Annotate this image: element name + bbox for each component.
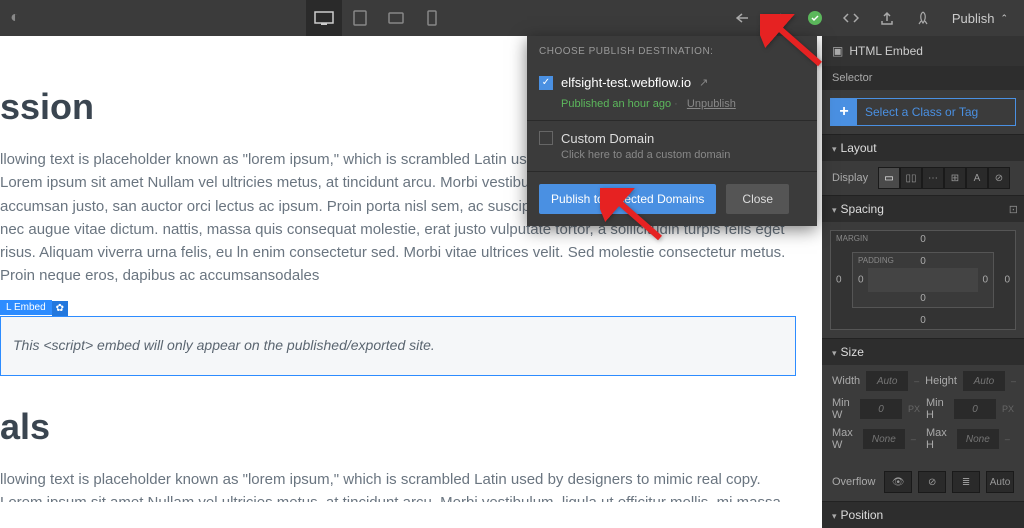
custom-domain-subtitle: Click here to add a custom domain (561, 149, 730, 161)
status-ok-icon[interactable] (798, 0, 832, 36)
custom-domain-title: Custom Domain (561, 131, 730, 146)
maxh-input[interactable] (957, 429, 999, 449)
overflow-row: Overflow 👁 ⊘ ≣ Auto (822, 463, 1024, 501)
class-selector-placeholder: Select a Class or Tag (857, 105, 986, 119)
minh-unit[interactable]: PX (1002, 404, 1014, 414)
embed-icon: ▣ (832, 44, 843, 58)
publish-status-row: Published an hour ago · Unpublish (527, 98, 817, 120)
undo-icon[interactable] (726, 0, 760, 36)
overflow-hidden[interactable]: ⊘ (918, 471, 946, 493)
display-inline-text[interactable]: A (966, 167, 988, 189)
domain-checkbox[interactable]: ✓ (539, 76, 553, 90)
eye-icon[interactable]: ◐ (10, 9, 20, 27)
display-inline[interactable]: ⋯ (922, 167, 944, 189)
padding-bottom[interactable]: 0 (920, 293, 926, 304)
top-toolbar: ◐ Publish ⌃ (0, 0, 1024, 36)
redo-icon[interactable] (762, 0, 796, 36)
margin-bottom[interactable]: 0 (920, 315, 926, 326)
margin-left[interactable]: 0 (836, 275, 842, 286)
publish-domain-row[interactable]: ✓ elfsight-test.webflow.io ↗ (527, 67, 817, 98)
display-block[interactable]: ▭ (878, 167, 900, 189)
margin-label: MARGIN (836, 234, 868, 243)
display-none[interactable]: ⊘ (988, 167, 1010, 189)
publish-label: Publish (952, 11, 995, 26)
padding-top[interactable]: 0 (920, 256, 926, 267)
minh-label: Min H (926, 397, 948, 421)
position-section-header[interactable]: ▾Position (822, 501, 1024, 528)
style-panel: ✎ ✿ ◆◇ ⚡ ▣ HTML Embed Selector + Select … (822, 0, 1024, 502)
publish-panel-header: CHOOSE PUBLISH DESTINATION: (527, 36, 817, 67)
publish-dropdown-trigger[interactable]: Publish ⌃ (942, 0, 1018, 36)
selector-section-title: Selector (822, 66, 1024, 90)
maxw-label: Max W (832, 427, 857, 451)
layout-section-header[interactable]: ▾Layout (822, 134, 1024, 161)
device-mobile[interactable] (414, 0, 450, 36)
padding-label: PADDING (858, 256, 894, 265)
height-input[interactable] (963, 371, 1005, 391)
display-inline-block[interactable]: ▯▯ (900, 167, 922, 189)
width-label: Width (832, 375, 860, 387)
chevron-up-icon: ⌃ (1000, 13, 1008, 24)
overflow-label: Overflow (832, 476, 878, 488)
maxh-unit[interactable]: – (1005, 434, 1014, 444)
external-link-icon[interactable]: ↗ (699, 76, 708, 89)
padding-left[interactable]: 0 (858, 275, 864, 286)
selected-element-name: HTML Embed (849, 44, 923, 58)
height-unit[interactable]: – (1011, 376, 1016, 386)
overflow-scroll[interactable]: ≣ (952, 471, 980, 493)
publish-dropdown-panel: CHOOSE PUBLISH DESTINATION: ✓ elfsight-t… (527, 36, 817, 226)
custom-domain-row[interactable]: Custom Domain Click here to add a custom… (527, 120, 817, 171)
toolbar-actions: Publish ⌃ (726, 0, 1024, 36)
custom-domain-checkbox[interactable] (539, 131, 553, 145)
device-switcher (30, 0, 726, 36)
publish-status: Published an hour ago (561, 98, 671, 110)
overflow-visible[interactable]: 👁 (884, 471, 912, 493)
heading-2[interactable]: als (0, 406, 806, 448)
size-controls: Width – Height – Min W PX Min H PX Max W… (822, 365, 1024, 463)
maxh-label: Max H (926, 427, 951, 451)
size-section-header[interactable]: ▾Size (822, 338, 1024, 365)
add-class-button[interactable]: + (831, 98, 857, 126)
html-embed-element[interactable]: This <script> embed will only appear on … (0, 316, 796, 376)
spacing-link-icon[interactable]: ⊡ (1009, 203, 1018, 216)
padding-right[interactable]: 0 (982, 275, 988, 286)
code-icon[interactable] (834, 0, 868, 36)
export-icon[interactable] (870, 0, 904, 36)
maxw-unit[interactable]: – (911, 434, 920, 444)
publish-button[interactable]: Publish to Selected Domains (539, 184, 716, 214)
display-label: Display (832, 172, 872, 184)
spacing-editor[interactable]: MARGIN PADDING 0 0 0 0 0 0 0 0 (830, 230, 1016, 330)
close-button[interactable]: Close (726, 184, 789, 214)
maxw-input[interactable] (863, 429, 905, 449)
embed-settings-icon[interactable]: ✿ (52, 301, 68, 316)
minw-unit[interactable]: PX (908, 404, 920, 414)
minw-label: Min W (832, 397, 854, 421)
margin-right[interactable]: 0 (1004, 275, 1010, 286)
html-embed-badge[interactable]: L Embed (0, 300, 52, 315)
width-unit[interactable]: – (914, 376, 919, 386)
device-tablet[interactable] (342, 0, 378, 36)
device-desktop[interactable] (306, 0, 342, 36)
domain-name: elfsight-test.webflow.io (561, 75, 691, 90)
margin-top[interactable]: 0 (920, 234, 926, 245)
device-tablet-landscape[interactable] (378, 0, 414, 36)
unpublish-link[interactable]: Unpublish (687, 98, 736, 110)
rocket-icon[interactable] (906, 0, 940, 36)
width-input[interactable] (866, 371, 908, 391)
minw-input[interactable] (860, 399, 902, 419)
paragraph-2[interactable]: llowing text is placeholder known as "lo… (0, 468, 806, 503)
selected-element-row: ▣ HTML Embed (822, 36, 1024, 66)
display-flex[interactable]: ⊞ (944, 167, 966, 189)
spacing-section-header[interactable]: ▾Spacing⊡ (822, 195, 1024, 222)
minh-input[interactable] (954, 399, 996, 419)
class-selector[interactable]: + Select a Class or Tag (830, 98, 1016, 126)
display-row: Display ▭ ▯▯ ⋯ ⊞ A ⊘ (822, 161, 1024, 195)
overflow-auto[interactable]: Auto (986, 471, 1014, 493)
embed-placeholder-text: This <script> embed will only appear on … (13, 337, 435, 353)
height-label: Height (925, 375, 957, 387)
publish-actions: Publish to Selected Domains Close (527, 171, 817, 226)
